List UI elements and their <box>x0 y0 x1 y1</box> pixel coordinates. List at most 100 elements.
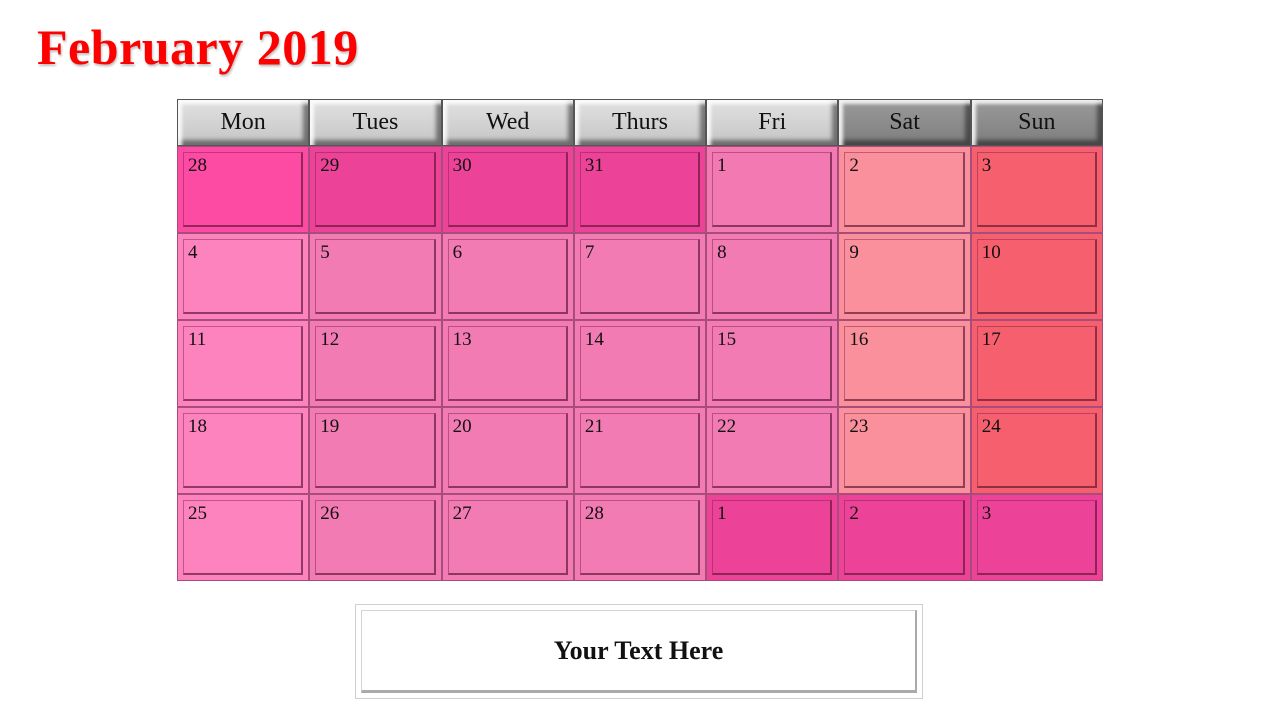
day-cell[interactable]: 17 <box>970 320 1103 407</box>
day-number: 7 <box>584 242 595 263</box>
day-number: 31 <box>584 155 604 176</box>
day-cell[interactable]: 2 <box>838 146 971 233</box>
day-cell[interactable]: 2 <box>838 494 971 581</box>
day-number: 20 <box>452 416 472 437</box>
weekday-header-thurs: Thurs <box>573 99 707 146</box>
day-cell-inner: 15 <box>712 326 833 401</box>
day-number: 18 <box>188 416 207 437</box>
weekday-header-mon: Mon <box>177 99 310 146</box>
day-cell-inner: 19 <box>315 413 436 488</box>
week-row: 4 5 6 7 8 9 10 <box>177 233 1103 320</box>
day-number: 12 <box>320 329 340 350</box>
day-cell-inner: 28 <box>183 152 304 227</box>
week-row: 28 29 30 31 1 2 3 <box>177 146 1103 233</box>
day-cell-inner: 7 <box>579 239 701 314</box>
day-number: 16 <box>849 329 869 350</box>
day-cell[interactable]: 29 <box>309 146 442 233</box>
day-cell-inner: 28 <box>579 500 701 575</box>
day-number: 21 <box>584 416 604 437</box>
day-cell[interactable]: 28 <box>177 146 310 233</box>
day-cell[interactable]: 24 <box>970 407 1103 494</box>
day-cell[interactable]: 26 <box>309 494 442 581</box>
day-cell[interactable]: 1 <box>706 494 839 581</box>
day-cell-inner: 14 <box>579 326 701 401</box>
day-cell[interactable]: 4 <box>177 233 310 320</box>
day-cell-inner: 12 <box>315 326 436 401</box>
day-cell-inner: 8 <box>712 239 833 314</box>
day-number: 30 <box>452 155 472 176</box>
day-number: 4 <box>188 242 198 263</box>
day-number: 11 <box>188 329 207 350</box>
day-number: 15 <box>717 329 737 350</box>
day-number: 22 <box>717 416 737 437</box>
day-cell[interactable]: 10 <box>970 233 1103 320</box>
day-cell[interactable]: 5 <box>309 233 442 320</box>
day-cell[interactable]: 23 <box>838 407 971 494</box>
day-cell[interactable]: 28 <box>573 494 707 581</box>
weekday-header-sun: Sun <box>970 99 1103 146</box>
day-cell[interactable]: 20 <box>441 407 574 494</box>
day-number: 1 <box>717 503 727 524</box>
day-cell[interactable]: 9 <box>838 233 971 320</box>
day-cell[interactable]: 27 <box>441 494 574 581</box>
day-cell-inner: 3 <box>976 152 1097 227</box>
day-cell[interactable]: 15 <box>706 320 839 407</box>
day-cell[interactable]: 14 <box>573 320 707 407</box>
day-cell-inner: 17 <box>976 326 1097 401</box>
day-cell[interactable]: 7 <box>573 233 707 320</box>
text-placeholder[interactable]: Your Text Here <box>361 610 917 693</box>
day-cell-inner: 31 <box>579 152 701 227</box>
weekday-header-wed: Wed <box>441 99 574 146</box>
day-number: 10 <box>981 242 1001 263</box>
day-number: 5 <box>320 242 330 263</box>
day-cell-inner: 22 <box>712 413 833 488</box>
day-cell[interactable]: 12 <box>309 320 442 407</box>
day-cell[interactable]: 3 <box>970 494 1103 581</box>
weekday-header-tues: Tues <box>309 99 442 146</box>
calendar-grid: Mon Tues Wed Thurs Fri Sat Sun 28 29 30 31 1 2 3 4 5 6 7… <box>177 99 1103 581</box>
day-cell[interactable]: 11 <box>177 320 310 407</box>
day-cell-inner: 27 <box>447 500 568 575</box>
day-number: 6 <box>452 242 463 263</box>
day-cell-inner: 3 <box>976 500 1097 575</box>
day-number: 27 <box>452 503 472 524</box>
day-cell-inner: 24 <box>976 413 1097 488</box>
day-number: 28 <box>188 155 207 176</box>
day-cell-inner: 26 <box>315 500 436 575</box>
day-cell-inner: 6 <box>447 239 568 314</box>
day-cell-inner: 1 <box>712 152 833 227</box>
day-cell[interactable]: 6 <box>441 233 574 320</box>
day-cell[interactable]: 22 <box>706 407 839 494</box>
day-cell-inner: 23 <box>844 413 965 488</box>
day-cell-inner: 20 <box>447 413 568 488</box>
day-cell-inner: 25 <box>183 500 304 575</box>
day-cell[interactable]: 21 <box>573 407 707 494</box>
weekday-header-row: Mon Tues Wed Thurs Fri Sat Sun <box>177 99 1103 146</box>
day-cell-inner: 2 <box>844 152 965 227</box>
day-cell-inner: 29 <box>315 152 436 227</box>
day-number: 1 <box>717 155 727 176</box>
day-cell[interactable]: 18 <box>177 407 310 494</box>
day-number: 2 <box>849 503 859 524</box>
day-cell-inner: 11 <box>183 326 304 401</box>
day-cell-inner: 9 <box>844 239 965 314</box>
day-number: 24 <box>981 416 1001 437</box>
day-cell[interactable]: 16 <box>838 320 971 407</box>
day-number: 25 <box>188 503 207 524</box>
day-number: 19 <box>320 416 340 437</box>
day-cell[interactable]: 30 <box>441 146 574 233</box>
day-cell[interactable]: 13 <box>441 320 574 407</box>
day-cell[interactable]: 3 <box>970 146 1103 233</box>
day-cell[interactable]: 8 <box>706 233 839 320</box>
day-cell[interactable]: 25 <box>177 494 310 581</box>
day-cell[interactable]: 1 <box>706 146 839 233</box>
day-number: 17 <box>981 329 1001 350</box>
day-number: 23 <box>849 416 869 437</box>
day-cell-inner: 30 <box>447 152 568 227</box>
week-row: 25 26 27 28 1 2 3 <box>177 494 1103 581</box>
day-cell[interactable]: 31 <box>573 146 707 233</box>
day-number: 2 <box>849 155 859 176</box>
day-cell[interactable]: 19 <box>309 407 442 494</box>
text-placeholder-box[interactable]: Your Text Here <box>355 604 923 699</box>
day-cell-inner: 21 <box>579 413 701 488</box>
